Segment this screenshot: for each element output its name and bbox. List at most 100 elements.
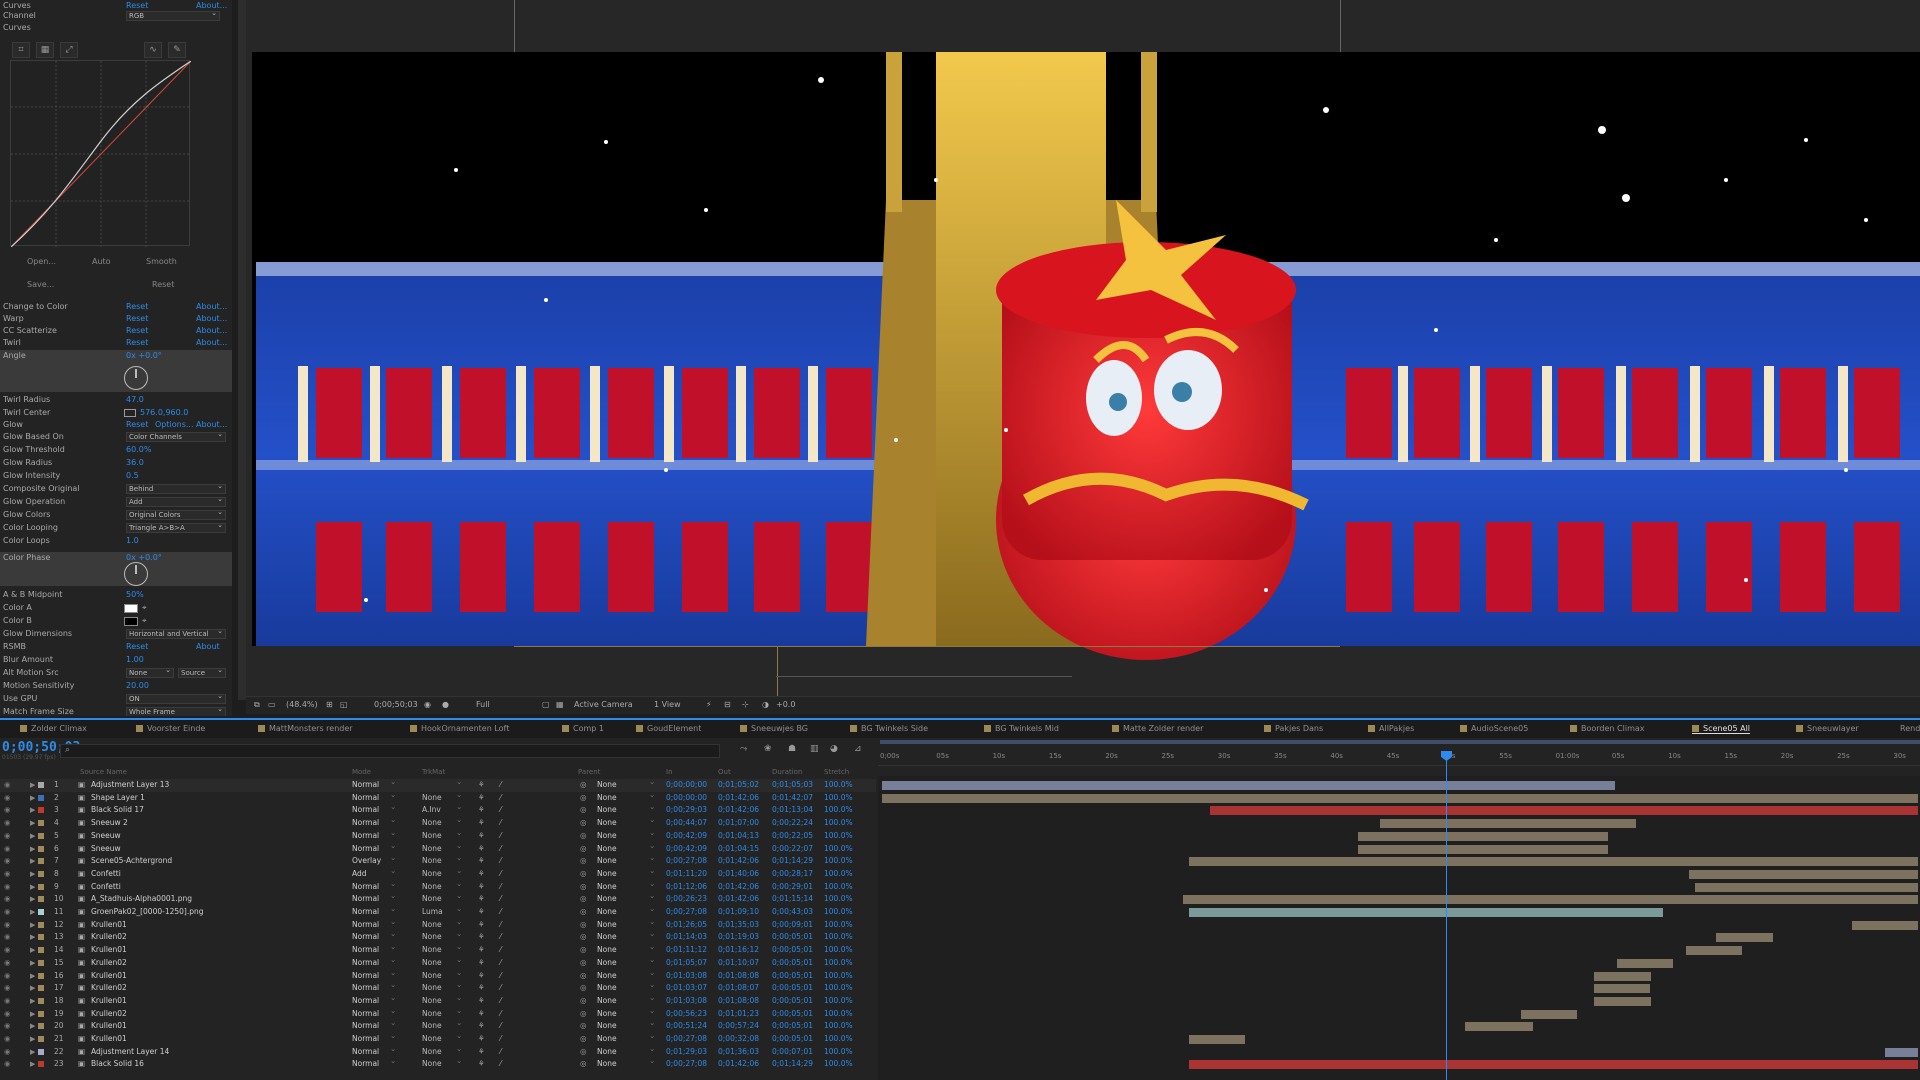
layer-trkmat-select[interactable]: None <box>422 1017 461 1033</box>
layer-bar[interactable] <box>882 781 1615 790</box>
parent-pickwhip-icon[interactable]: ◎ <box>580 1008 587 1021</box>
layer-out[interactable]: 0;01;09;10 <box>718 906 759 919</box>
layer-name[interactable]: A_Stadhuis-Alpha0001.png <box>91 893 192 906</box>
layer-duration[interactable]: 0;00;22;05 <box>772 830 813 843</box>
layer-duration[interactable]: 0;01;14;29 <box>772 1058 813 1071</box>
layer-name[interactable]: Sneeuw <box>91 843 121 856</box>
layer-switch-icon[interactable]: ⚘ <box>478 804 485 817</box>
effect-row-twirl[interactable]: Twirl Reset About... <box>0 337 232 349</box>
layer-row[interactable]: ◉ ▶ 12 ▣ Krullen01 ⚘ ⁄ Normal None ◎ None 0;01;26;0… <box>0 916 876 932</box>
quality-switch-icon[interactable]: ⁄ <box>500 804 501 817</box>
visibility-eye-icon[interactable]: ◉ <box>4 1020 11 1033</box>
rsmb-header-row[interactable]: RSMB Reset About <box>0 641 232 653</box>
layer-label-color[interactable] <box>38 1061 44 1068</box>
layer-label-color[interactable] <box>38 1048 44 1055</box>
fast-preview-icon[interactable]: ⚡ <box>706 700 712 709</box>
layer-parent-select[interactable]: None <box>597 852 654 868</box>
layer-stretch[interactable]: 100.0% <box>824 919 853 932</box>
layer-parent-select[interactable]: None <box>597 1017 654 1033</box>
quality-switch-icon[interactable]: ⁄ <box>500 830 501 843</box>
layer-label-color[interactable] <box>38 883 44 890</box>
layer-out[interactable]: 0;01;42;06 <box>718 792 759 805</box>
curve-pencil-tool-icon[interactable]: ✎ <box>168 42 186 58</box>
parent-pickwhip-icon[interactable]: ◎ <box>580 919 587 932</box>
color-swatch[interactable] <box>124 604 138 613</box>
curve-bezier-tool-icon[interactable]: ∿ <box>144 42 162 58</box>
parent-pickwhip-icon[interactable]: ◎ <box>580 792 587 805</box>
snapshot-icon[interactable]: ◉ <box>424 700 431 709</box>
layer-bar[interactable] <box>1189 1035 1246 1044</box>
glow-prop-row[interactable]: Glow Radius 36.0 <box>0 457 232 469</box>
header-mode[interactable]: Mode <box>352 768 371 776</box>
effect-reset[interactable]: Reset <box>126 301 148 313</box>
curve-grid-large-icon[interactable]: ⤢ <box>60 42 78 58</box>
layer-in[interactable]: 0;00;44;07 <box>666 817 707 830</box>
layer-label-color[interactable] <box>38 845 44 852</box>
layer-bar[interactable] <box>1358 831 1608 841</box>
layer-stretch[interactable]: 100.0% <box>824 830 853 843</box>
twirl-arrow-icon[interactable]: ▶ <box>30 906 35 919</box>
quality-switch-icon[interactable]: ⁄ <box>500 792 501 805</box>
layer-trkmat-select[interactable]: None <box>422 878 461 894</box>
glow-prop-row[interactable]: A & B Midpoint 50% <box>0 589 232 601</box>
layer-out[interactable]: 0;01;04;13 <box>718 830 759 843</box>
color-swatch[interactable] <box>124 617 138 626</box>
layer-in[interactable]: 0;00;29;03 <box>666 804 707 817</box>
eyedropper-icon[interactable]: ⌖ <box>142 602 147 614</box>
layer-row[interactable]: ◉ ▶ 13 ▣ Krullen02 ⚘ ⁄ Normal None ◎ None 0;01;14;0… <box>0 928 876 944</box>
layer-mode-select[interactable]: Normal <box>352 840 397 856</box>
layer-out[interactable]: 0;01;05;02 <box>718 779 759 792</box>
layer-out[interactable]: 0;01;08;07 <box>718 982 759 995</box>
layer-row[interactable]: ◉ ▶ 16 ▣ Krullen01 ⚘ ⁄ Normal None ◎ None 0;01;03;0… <box>0 967 876 983</box>
graph-editor-icon[interactable]: ⊿ <box>854 744 862 754</box>
layer-duration[interactable]: 0;00;22;24 <box>772 817 813 830</box>
layer-bar[interactable] <box>882 793 1918 803</box>
layer-mode-select[interactable]: Normal <box>352 776 397 792</box>
visibility-eye-icon[interactable]: ◉ <box>4 792 11 805</box>
layer-label-color[interactable] <box>38 870 44 877</box>
parent-pickwhip-icon[interactable]: ◎ <box>580 881 587 894</box>
layer-name[interactable]: Confetti <box>91 881 121 894</box>
quality-switch-icon[interactable]: ⁄ <box>500 817 501 830</box>
layer-switch-icon[interactable]: ⚘ <box>478 1033 485 1046</box>
quality-switch-icon[interactable]: ⁄ <box>500 919 501 932</box>
glow-prop-row[interactable]: Color Loops 1.0 <box>0 535 232 547</box>
layer-stretch[interactable]: 100.0% <box>824 1033 853 1046</box>
layer-mode-select[interactable]: Normal <box>352 967 397 983</box>
layer-switch-icon[interactable]: ⚘ <box>478 881 485 894</box>
layer-label-color[interactable] <box>38 997 44 1004</box>
layer-row[interactable]: ◉ ▶ 5 ▣ Sneeuw ⚘ ⁄ Normal None ◎ None 0;00;42;09 0;0… <box>0 827 876 843</box>
layer-mode-select[interactable]: Normal <box>352 1043 397 1059</box>
layer-out[interactable]: 0;01;16;12 <box>718 944 759 957</box>
quality-switch-icon[interactable]: ⁄ <box>500 893 501 906</box>
glow-prop-select[interactable]: Behind <box>126 482 226 494</box>
rsmb-prop-value[interactable]: 20.00 <box>126 680 149 692</box>
draft-3d-icon[interactable]: ❀ <box>764 744 772 754</box>
tab-audioscene05[interactable]: AudioScene05 <box>1460 724 1528 733</box>
quality-switch-icon[interactable]: ⁄ <box>500 1020 501 1033</box>
layer-out[interactable]: 0;01;42;06 <box>718 804 759 817</box>
twirl-arrow-icon[interactable]: ▶ <box>30 868 35 881</box>
layer-parent-select[interactable]: None <box>597 840 654 856</box>
header-out[interactable]: Out <box>718 768 731 776</box>
twirl-arrow-icon[interactable]: ▶ <box>30 843 35 856</box>
visibility-eye-icon[interactable]: ◉ <box>4 970 11 983</box>
layer-bar[interactable] <box>1616 958 1673 968</box>
twirl-angle-row[interactable]: Angle 0x +0.0° <box>0 350 232 392</box>
layer-parent-select[interactable]: None <box>597 865 654 881</box>
visibility-eye-icon[interactable]: ◉ <box>4 1008 11 1021</box>
visibility-eye-icon[interactable]: ◉ <box>4 931 11 944</box>
layer-label-color[interactable] <box>38 921 44 928</box>
layer-mode-select[interactable]: Normal <box>352 789 397 805</box>
effect-reset[interactable]: Reset <box>126 325 148 337</box>
tab-allpakjes[interactable]: AllPakjes <box>1368 724 1414 733</box>
layer-duration[interactable]: 0;00;05;01 <box>772 1033 813 1046</box>
layer-stretch[interactable]: 100.0% <box>824 982 853 995</box>
layer-in[interactable]: 0;01;05;07 <box>666 957 707 970</box>
camera-select[interactable]: Active Camera <box>574 700 633 709</box>
twirl-arrow-icon[interactable]: ▶ <box>30 881 35 894</box>
layer-row[interactable]: ◉ ▶ 14 ▣ Krullen01 ⚘ ⁄ Normal None ◎ None 0;01;11;1… <box>0 941 876 957</box>
effect-about[interactable]: About... <box>196 313 227 325</box>
header-in[interactable]: In <box>666 768 673 776</box>
layer-in[interactable]: 0;00;27;08 <box>666 1058 707 1071</box>
